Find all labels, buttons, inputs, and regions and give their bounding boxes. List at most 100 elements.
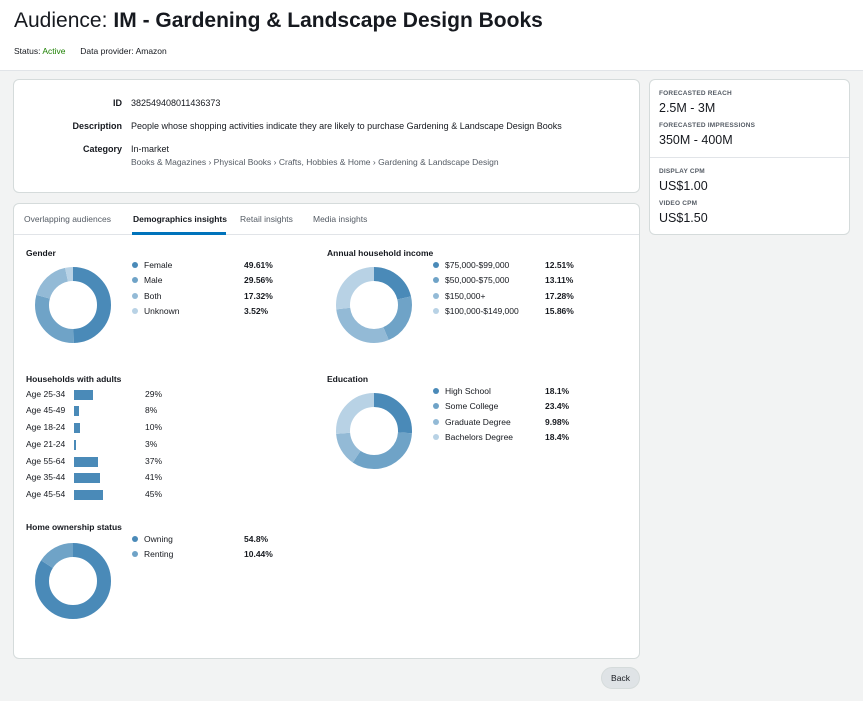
legend-dot — [433, 308, 439, 314]
legend-percent: 13.11% — [545, 275, 574, 285]
bar-percent: 45% — [145, 489, 163, 499]
category-breadcrumb: Books & Magazines › Physical Books › Cra… — [131, 157, 499, 167]
display-cpm-value: US$1.00 — [659, 179, 708, 193]
legend-percent: 17.28% — [545, 291, 574, 301]
status-label: Status: — [14, 46, 41, 56]
insights-card: Overlapping audiences Demographics insig… — [13, 203, 640, 659]
bar — [74, 423, 81, 433]
bar-percent: 10% — [145, 422, 163, 432]
bar-percent: 41% — [145, 472, 163, 482]
video-cpm-label: VIDEO CPM — [659, 200, 698, 207]
legend-percent: 18.4% — [545, 432, 570, 442]
legend-label: Both — [144, 291, 162, 301]
education-title: Education — [327, 374, 369, 384]
bar-label: Age 21-24 — [26, 439, 66, 449]
legend-label: Bachelors Degree — [445, 432, 514, 442]
income-donut-chart — [336, 267, 412, 343]
bar-percent: 3% — [145, 439, 158, 449]
bar-label: Age 25-34 — [26, 389, 66, 399]
legend-percent: 12.51% — [545, 260, 574, 270]
impressions-label: FORECASTED IMPRESSIONS — [659, 122, 756, 129]
bar-label: Age 45-54 — [26, 489, 66, 499]
bar-label: Age 55-64 — [26, 456, 66, 466]
tab-overlapping-audiences[interactable]: Overlapping audiences — [24, 214, 111, 224]
audience-details-card: ID 382549408011436373 Description People… — [13, 79, 640, 193]
legend-percent: 17.32% — [244, 291, 273, 301]
id-value: 382549408011436373 — [131, 98, 221, 108]
provider-value: Amazon — [135, 46, 167, 56]
legend-dot — [132, 551, 138, 557]
legend-label: Renting — [144, 549, 174, 559]
legend-dot — [132, 262, 138, 268]
legend-percent: 3.52% — [244, 306, 269, 316]
bar — [74, 473, 101, 483]
insights-tabs: Overlapping audiences Demographics insig… — [14, 204, 639, 235]
gender-title: Gender — [26, 248, 56, 258]
income-title: Annual household income — [327, 248, 434, 258]
legend-dot — [433, 419, 439, 425]
id-label: ID — [113, 98, 122, 108]
legend-label: $75,000-$99,000 — [445, 260, 510, 270]
legend-dot — [433, 388, 439, 394]
bar-label: Age 18-24 — [26, 422, 66, 432]
legend-dot — [132, 308, 138, 314]
legend-dot — [132, 536, 138, 542]
legend-dot — [433, 403, 439, 409]
legend-label: $100,000-$149,000 — [445, 306, 519, 316]
audience-meta: Status: Active Data provider: Amazon — [14, 46, 167, 56]
legend-dot — [132, 293, 138, 299]
legend-percent: 15.86% — [545, 306, 574, 316]
legend-label: Unknown — [144, 306, 180, 316]
page-header: Audience: IM - Gardening & Landscape Desi… — [0, 0, 863, 71]
back-button[interactable]: Back — [601, 667, 640, 689]
provider-label: Data provider: — [80, 46, 134, 56]
category-value: In-market — [131, 144, 170, 154]
audience-name: IM - Gardening & Landscape Design Books — [113, 9, 543, 32]
tab-media-insights[interactable]: Media insights — [313, 214, 367, 224]
legend-percent: 54.8% — [244, 534, 269, 544]
bar-label: Age 45-49 — [26, 405, 66, 415]
page-title: Audience: IM - Gardening & Landscape Desi… — [14, 9, 543, 33]
legend-label: Female — [144, 260, 173, 270]
forecast-divider — [650, 157, 849, 158]
tab-demographics-insights[interactable]: Demographics insights — [133, 214, 227, 224]
tab-retail-insights[interactable]: Retail insights — [240, 214, 293, 224]
households-title: Households with adults — [26, 374, 122, 384]
active-tab-indicator — [132, 232, 226, 235]
legend-label: $50,000-$75,000 — [445, 275, 510, 285]
legend-dot — [433, 293, 439, 299]
status-value: Active — [42, 46, 66, 56]
legend-percent: 29.56% — [244, 275, 273, 285]
legend-dot — [433, 262, 439, 268]
video-cpm-value: US$1.50 — [659, 211, 708, 225]
legend-percent: 49.61% — [244, 260, 273, 270]
bar-percent: 8% — [145, 405, 158, 415]
bar-percent: 37% — [145, 456, 163, 466]
bar — [74, 390, 93, 400]
legend-label: Male — [144, 275, 163, 285]
education-donut-chart — [336, 393, 412, 469]
legend-percent: 10.44% — [244, 549, 273, 559]
page-title-prefix: Audience: — [14, 9, 108, 32]
bar-percent: 29% — [145, 389, 163, 399]
legend-label: High School — [445, 386, 491, 396]
reach-value: 2.5M - 3M — [659, 101, 716, 115]
legend-label: Owning — [144, 534, 173, 544]
bar-label: Age 35-44 — [26, 472, 66, 482]
legend-percent: 23.4% — [545, 401, 570, 411]
legend-percent: 18.1% — [545, 386, 570, 396]
legend-label: Graduate Degree — [445, 417, 511, 427]
legend-dot — [132, 277, 138, 283]
bar — [74, 457, 98, 467]
category-label: Category — [82, 144, 122, 154]
legend-label: Some College — [445, 401, 499, 411]
impressions-value: 350M - 400M — [659, 133, 733, 147]
forecast-card: FORECASTED REACH 2.5M - 3M FORECASTED IM… — [649, 79, 850, 235]
bar — [74, 440, 76, 450]
bar — [74, 490, 103, 500]
description-value: People whose shopping activities indicat… — [131, 121, 562, 131]
bar — [74, 406, 80, 416]
description-label: Description — [72, 121, 122, 131]
gender-donut-chart — [35, 267, 111, 343]
legend-label: $150,000+ — [445, 291, 486, 301]
